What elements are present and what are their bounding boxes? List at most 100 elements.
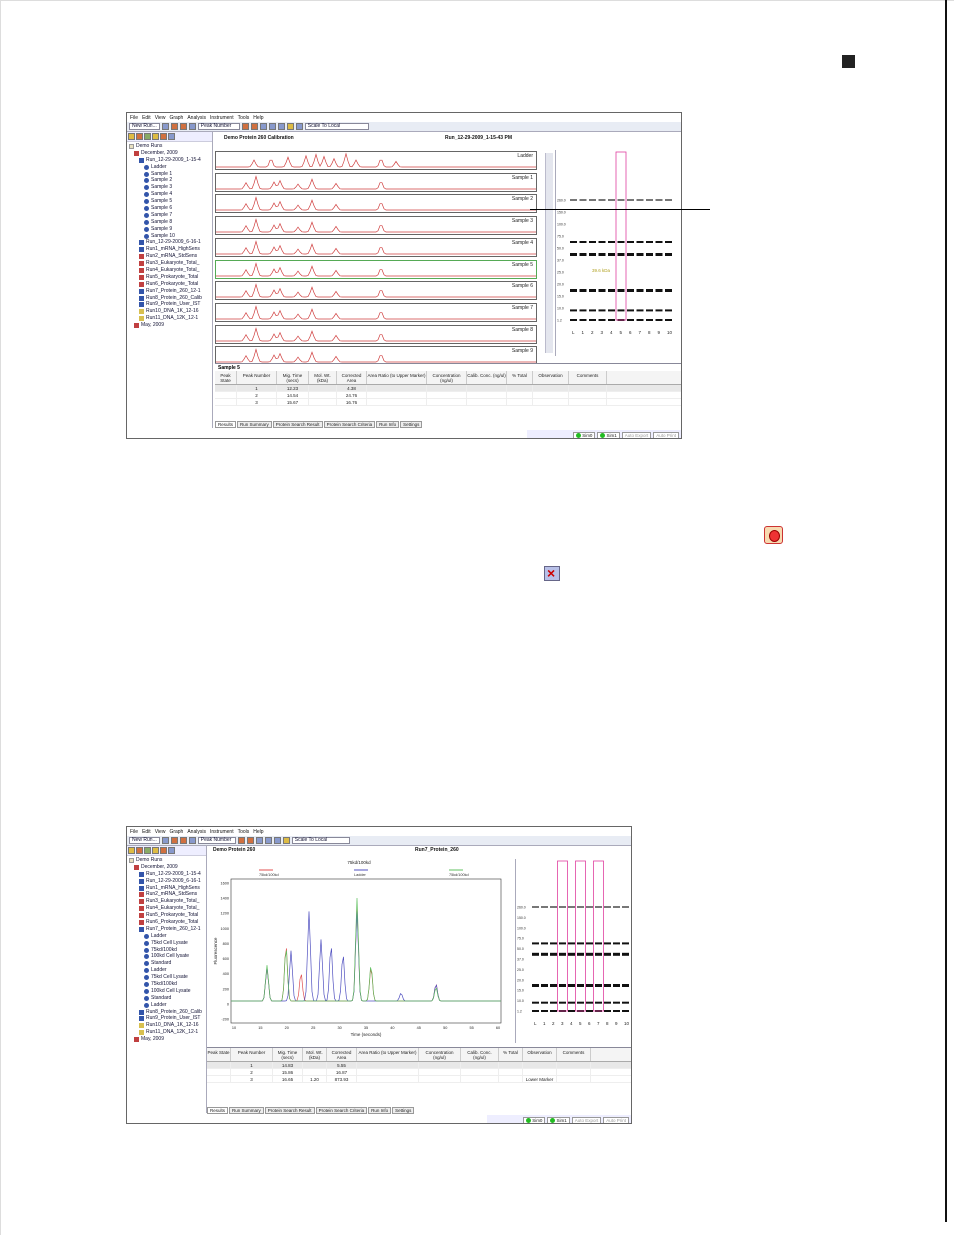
tree-item[interactable]: Sample 3	[129, 184, 210, 191]
grid-icon[interactable]	[273, 837, 281, 844]
tree-item[interactable]: Ladder	[129, 967, 204, 974]
tree-item[interactable]: Run10_DNA_1K_12-16	[129, 308, 210, 315]
filter-icon[interactable]	[152, 847, 159, 854]
trace-panel[interactable]: Ladder	[215, 151, 537, 170]
tree-item[interactable]: 100kd Cell Lysate	[129, 988, 204, 995]
trace-panel[interactable]: Sample 5	[215, 259, 537, 279]
save-icon[interactable]	[170, 123, 178, 130]
tree-item[interactable]: Run7_Protein_260_12-1	[129, 288, 210, 295]
scale-mode-select[interactable]: Scale To Local	[291, 837, 350, 844]
tree-item[interactable]: Run9_Protein_User_IST	[129, 1015, 204, 1022]
list-icon[interactable]	[168, 847, 175, 854]
tree-item[interactable]: Sample 6	[129, 205, 210, 212]
menu-analysis[interactable]: Analysis	[187, 829, 206, 835]
tree-item[interactable]: Sample 10	[129, 233, 210, 240]
zoom-out-icon[interactable]	[264, 837, 272, 844]
filter-icon[interactable]	[152, 133, 159, 140]
auto-print-button[interactable]: Auto Print	[603, 1116, 629, 1123]
menu-instrument[interactable]: Instrument	[210, 115, 234, 121]
auto-print-button[interactable]: Auto Print	[653, 431, 679, 438]
tree-item[interactable]: Ladder	[129, 164, 210, 171]
menu-help[interactable]: Help	[253, 115, 263, 121]
peak-toggle-icon[interactable]	[237, 837, 245, 844]
tree-item[interactable]: Demo Runs	[129, 143, 210, 150]
tree-item[interactable]: Run8_Protein_260_Calib	[129, 1009, 204, 1016]
tree-item[interactable]: Run7_Protein_260_12-1	[129, 926, 204, 933]
tree-item[interactable]: Sample 1	[129, 171, 210, 178]
peak-overlay-icon[interactable]	[246, 837, 254, 844]
tree-item[interactable]: Sample 4	[129, 191, 210, 198]
flag-icon[interactable]	[160, 847, 167, 854]
tree-item[interactable]: May, 2009	[129, 322, 210, 329]
trace-panel[interactable]: Sample 7	[215, 302, 537, 322]
tree-item[interactable]: 75kd Cell Lysate	[129, 974, 204, 981]
menu-view[interactable]: View	[155, 115, 166, 121]
new-run-button[interactable]: New Run...	[129, 837, 160, 844]
trace-panel[interactable]: Sample 6	[215, 281, 537, 301]
list-icon[interactable]	[168, 133, 175, 140]
tree-item[interactable]: Demo Runs	[129, 857, 204, 864]
tree-item[interactable]: Run2_mRNA_StdSens	[129, 253, 210, 260]
open-icon[interactable]	[161, 837, 169, 844]
table-row[interactable]: 1 14.83 5.55	[207, 1062, 631, 1069]
peak-toggle-icon[interactable]	[241, 123, 249, 130]
tree-item[interactable]: Standard	[129, 995, 204, 1002]
trace-panel[interactable]: Sample 1	[215, 172, 537, 192]
menu-file[interactable]: File	[130, 829, 138, 835]
tree-item[interactable]: December, 2009	[129, 864, 204, 871]
tree-item[interactable]: December, 2009	[129, 150, 210, 157]
table-row[interactable]: 2 14.54 24.76	[215, 392, 681, 399]
tree-item[interactable]: Run6_Prokaryote_Total	[129, 919, 204, 926]
tree-item[interactable]: 75kd Cell Lysate	[129, 940, 204, 947]
table-row[interactable]: 3 16.65 1.20 873.93 Lower Marker	[207, 1076, 631, 1083]
tree-item[interactable]: 75kd/100kd	[129, 981, 204, 988]
marker-icon[interactable]	[286, 123, 294, 130]
export-icon[interactable]	[188, 123, 196, 130]
menu-file[interactable]: File	[130, 115, 138, 121]
tree-item[interactable]: Run8_Protein_260_Calib	[129, 295, 210, 302]
tree-item[interactable]: Run11_DNA_12K_12-1	[129, 315, 210, 322]
zoom-icon[interactable]	[255, 837, 263, 844]
tree-item[interactable]: Run4_Eukaryote_Total_	[129, 905, 204, 912]
tab-results[interactable]: Results	[207, 1107, 229, 1114]
tree-item[interactable]: Run1_mRNA_HighSens	[129, 885, 204, 892]
save-icon[interactable]	[170, 837, 178, 844]
menu-help[interactable]: Help	[253, 829, 263, 835]
tree-item[interactable]: Run3_Eukaryote_Total_	[129, 898, 204, 905]
tab-run-info[interactable]: Run Info	[376, 421, 400, 428]
tree-item[interactable]: Sample 2	[129, 177, 210, 184]
tab-settings[interactable]: Settings	[392, 1107, 415, 1114]
peak-overlay-icon[interactable]	[250, 123, 258, 130]
trace-panel[interactable]: Sample 3	[215, 216, 537, 236]
tree-item[interactable]: Ladder	[129, 933, 204, 940]
auto-export-button[interactable]: Auto Export	[621, 431, 652, 438]
menu-edit[interactable]: Edit	[142, 829, 151, 835]
tree-item[interactable]: Run11_DNA_12K_12-1	[129, 1029, 204, 1036]
tree-item[interactable]: Standard	[129, 960, 204, 967]
tree-item[interactable]: Run3_Eukaryote_Total_	[129, 260, 210, 267]
tree-item[interactable]: 100kd Cell lysate	[129, 953, 204, 960]
table-row[interactable]: 3 15.67 16.76	[215, 399, 681, 406]
tree-item[interactable]: Run5_Prokaryote_Total	[129, 912, 204, 919]
tree-item[interactable]: Run6_Prokaryote_Total	[129, 281, 210, 288]
menu-instrument[interactable]: Instrument	[210, 829, 234, 835]
window-icon[interactable]	[295, 123, 303, 130]
tab-protein-search-criteria[interactable]: Protein Search Criteria	[323, 421, 376, 428]
zoom-out-icon[interactable]	[268, 123, 276, 130]
menu-graph[interactable]: Graph	[169, 829, 183, 835]
trace-scrollbar[interactable]	[545, 153, 553, 353]
check-icon[interactable]	[144, 847, 151, 854]
tree-item[interactable]: Ladder	[129, 1002, 204, 1009]
scale-mode-select[interactable]: Scale To Local	[304, 123, 369, 130]
edit-icon[interactable]	[136, 133, 143, 140]
flag-icon[interactable]	[160, 133, 167, 140]
tab-protein-search-result[interactable]: Protein Search Result	[264, 1107, 315, 1114]
open-icon[interactable]	[161, 123, 169, 130]
tree-item[interactable]: Run_12-29-2009_1-15-4	[129, 157, 210, 164]
tree-item[interactable]: Run_12-29-2009_1-15-4	[129, 871, 204, 878]
menu-view[interactable]: View	[155, 829, 166, 835]
marker-icon[interactable]	[282, 837, 290, 844]
tab-run-summary[interactable]: Run Summary	[229, 1107, 264, 1114]
menu-graph[interactable]: Graph	[169, 115, 183, 121]
tree-item[interactable]: Run10_DNA_1K_12-16	[129, 1022, 204, 1029]
